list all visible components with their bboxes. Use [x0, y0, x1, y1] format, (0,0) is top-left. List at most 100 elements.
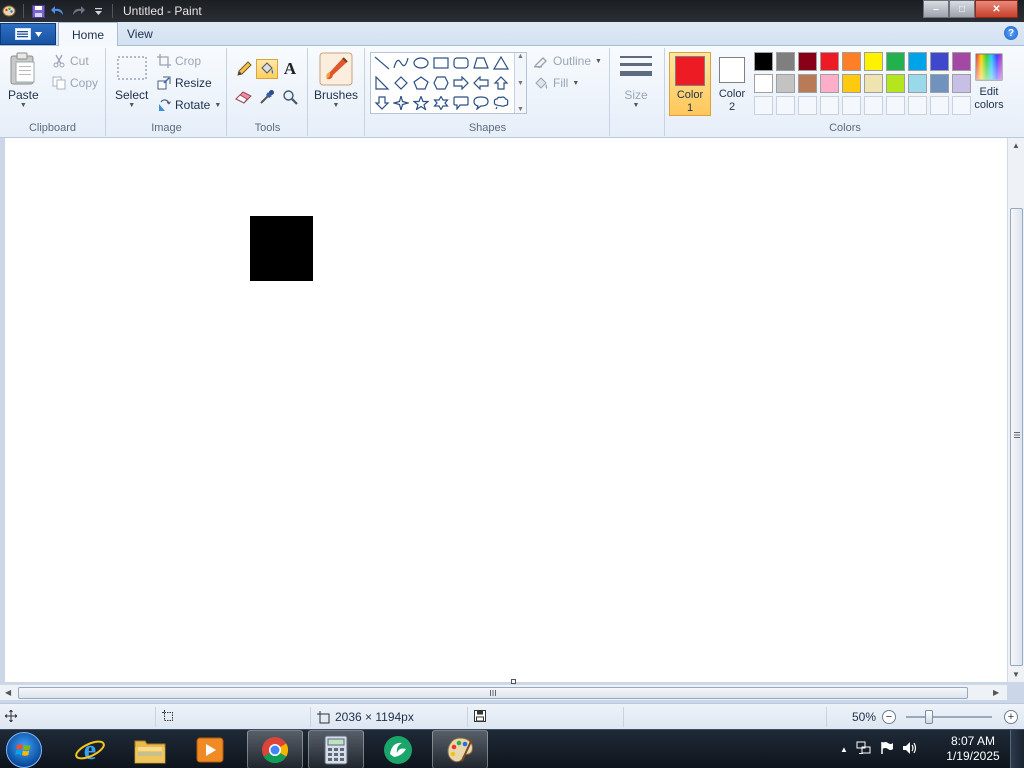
paste-button[interactable]: Paste ▼: [8, 52, 39, 109]
pencil-tool[interactable]: [233, 59, 255, 79]
show-desktop-button[interactable]: [1010, 730, 1024, 768]
cloud-callout-shape-icon[interactable]: [491, 94, 510, 112]
volume-icon[interactable]: [902, 741, 918, 758]
palette-empty-swatch[interactable]: [930, 96, 949, 115]
line-shape-icon[interactable]: [372, 54, 391, 72]
redo-icon[interactable]: [69, 3, 87, 19]
triangle-shape-icon[interactable]: [491, 54, 510, 72]
shapes-gallery-scroll[interactable]: ▲ ▼ ▼: [514, 53, 526, 113]
up-arrow-shape-icon[interactable]: [491, 74, 510, 92]
minimize-button[interactable]: –: [923, 0, 949, 18]
palette-color-swatch[interactable]: [754, 52, 773, 71]
size-button[interactable]: Size ▼: [619, 52, 653, 109]
right-arrow-shape-icon[interactable]: [451, 74, 470, 92]
taskbar-file-explorer[interactable]: [122, 730, 178, 768]
copy-button[interactable]: Copy: [52, 76, 98, 90]
palette-color-swatch[interactable]: [886, 52, 905, 71]
palette-color-swatch[interactable]: [952, 74, 971, 93]
color2-button[interactable]: Color 2: [711, 52, 753, 116]
palette-color-swatch[interactable]: [776, 52, 795, 71]
show-hidden-icons-icon[interactable]: ▲: [840, 745, 848, 754]
palette-color-swatch[interactable]: [820, 74, 839, 93]
scroll-up-arrow-icon[interactable]: ▲: [1012, 141, 1020, 150]
customize-qat-icon[interactable]: [89, 3, 107, 19]
zoom-in-button[interactable]: +: [1004, 710, 1018, 724]
drawing-canvas[interactable]: [5, 138, 1007, 682]
palette-color-swatch[interactable]: [930, 52, 949, 71]
tab-view[interactable]: View: [114, 22, 166, 46]
action-center-flag-icon[interactable]: [880, 741, 894, 758]
brushes-button[interactable]: Brushes ▼: [314, 52, 358, 109]
help-icon[interactable]: ?: [1004, 26, 1018, 40]
taskbar-calculator[interactable]: [308, 730, 364, 768]
eraser-tool[interactable]: [233, 87, 255, 107]
maximize-button[interactable]: □: [949, 0, 975, 18]
zoom-slider-track[interactable]: [906, 716, 992, 718]
paint-menu-button[interactable]: [0, 23, 56, 45]
outline-button[interactable]: Outline ▼: [533, 54, 602, 68]
pentagon-shape-icon[interactable]: [411, 74, 430, 92]
scroll-left-arrow-icon[interactable]: ◀: [5, 688, 11, 697]
crop-button[interactable]: Crop: [157, 54, 201, 68]
black-square-shape[interactable]: [250, 216, 313, 281]
fill-tool[interactable]: [256, 59, 278, 79]
polygon-shape-icon[interactable]: [471, 54, 490, 72]
palette-empty-swatch[interactable]: [864, 96, 883, 115]
taskbar-chrome[interactable]: [247, 730, 303, 768]
select-button[interactable]: Select ▼: [115, 54, 148, 109]
palette-color-swatch[interactable]: [864, 52, 883, 71]
save-icon[interactable]: [29, 3, 47, 19]
palette-color-swatch[interactable]: [864, 74, 883, 93]
vertical-scroll-thumb[interactable]: [1010, 208, 1023, 666]
taskbar-paint[interactable]: [432, 730, 488, 768]
palette-color-swatch[interactable]: [930, 74, 949, 93]
magnifier-tool[interactable]: [279, 87, 301, 107]
undo-icon[interactable]: [49, 3, 67, 19]
oval-callout-shape-icon[interactable]: [471, 94, 490, 112]
cut-button[interactable]: Cut: [52, 54, 89, 68]
oval-shape-icon[interactable]: [411, 54, 430, 72]
palette-empty-swatch[interactable]: [842, 96, 861, 115]
palette-empty-swatch[interactable]: [798, 96, 817, 115]
paint-app-icon[interactable]: [0, 3, 18, 19]
network-icon[interactable]: [856, 741, 872, 758]
palette-color-swatch[interactable]: [754, 74, 773, 93]
shapes-gallery[interactable]: ▲ ▼ ▼: [370, 52, 527, 114]
palette-empty-swatch[interactable]: [908, 96, 927, 115]
palette-empty-swatch[interactable]: [776, 96, 795, 115]
right-triangle-shape-icon[interactable]: [372, 74, 391, 92]
palette-color-swatch[interactable]: [798, 74, 817, 93]
zoom-out-button[interactable]: −: [882, 710, 896, 724]
palette-color-swatch[interactable]: [952, 52, 971, 71]
left-arrow-shape-icon[interactable]: [471, 74, 490, 92]
palette-color-swatch[interactable]: [798, 52, 817, 71]
scroll-right-arrow-icon[interactable]: ▶: [993, 688, 999, 697]
zoom-slider-thumb[interactable]: [925, 710, 933, 724]
tab-home[interactable]: Home: [58, 22, 119, 47]
palette-color-swatch[interactable]: [908, 52, 927, 71]
color1-button[interactable]: Color 1: [669, 52, 711, 116]
six-point-star-shape-icon[interactable]: [431, 94, 450, 112]
rotate-button[interactable]: Rotate ▼: [157, 98, 221, 112]
diamond-shape-icon[interactable]: [391, 74, 410, 92]
palette-color-swatch[interactable]: [776, 74, 795, 93]
palette-empty-swatch[interactable]: [886, 96, 905, 115]
vertical-scrollbar[interactable]: ▲ ▼: [1007, 138, 1024, 682]
scroll-down-arrow-icon[interactable]: ▼: [1012, 670, 1020, 679]
palette-empty-swatch[interactable]: [754, 96, 773, 115]
horizontal-scroll-thumb[interactable]: [18, 687, 968, 699]
rounded-rectangle-shape-icon[interactable]: [451, 54, 470, 72]
curve-shape-icon[interactable]: [391, 54, 410, 72]
palette-color-swatch[interactable]: [908, 74, 927, 93]
close-button[interactable]: ✕: [975, 0, 1018, 18]
gallery-expand-icon[interactable]: ▼: [517, 106, 524, 113]
fill-button[interactable]: Fill ▼: [533, 76, 579, 90]
palette-color-swatch[interactable]: [886, 74, 905, 93]
taskbar-internet-explorer[interactable]: e: [62, 730, 118, 768]
taskbar-clock[interactable]: 8:07 AM 1/19/2025: [940, 734, 1006, 764]
rounded-callout-shape-icon[interactable]: [451, 94, 470, 112]
scroll-up-icon[interactable]: ▲: [517, 53, 524, 60]
palette-color-swatch[interactable]: [842, 74, 861, 93]
color-picker-tool[interactable]: [256, 87, 278, 107]
taskbar-green-app[interactable]: [370, 730, 426, 768]
